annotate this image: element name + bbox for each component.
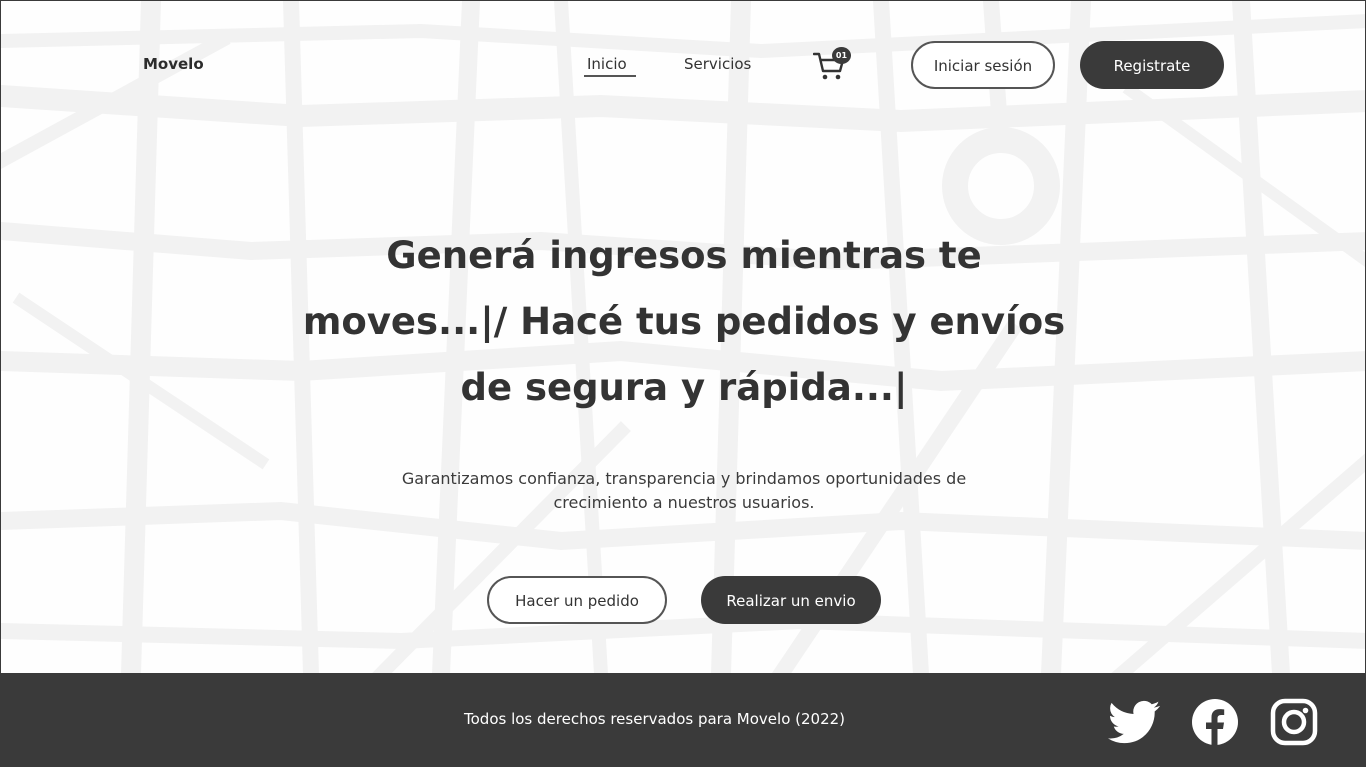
twitter-icon[interactable]: [1108, 696, 1160, 748]
register-button[interactable]: Registrate: [1080, 41, 1224, 89]
brand-logo[interactable]: Movelo: [143, 55, 204, 73]
hero-subtitle: Garantizamos confianza, transparencia y …: [401, 469, 967, 512]
nav-link-inicio[interactable]: Inicio: [584, 55, 636, 77]
instagram-icon[interactable]: [1268, 696, 1320, 748]
nav-inicio-label: Inicio: [587, 55, 627, 73]
login-button[interactable]: Iniciar sesión: [911, 41, 1055, 89]
copyright-text: Todos los derechos reservados para Movel…: [464, 710, 846, 728]
facebook-icon[interactable]: [1189, 696, 1241, 748]
make-order-button[interactable]: Hacer un pedido: [487, 576, 667, 624]
hero-title: Generá ingresos mientras te moves...|/ H…: [302, 234, 1066, 409]
nav-servicios-label: Servicios: [684, 55, 752, 73]
cart-count-badge: 01: [832, 47, 851, 64]
footer: Todos los derechos reservados para Movel…: [0, 673, 1366, 767]
hero-section: Movelo Inicio Servicios 01 Iniciar sesió…: [0, 0, 1366, 674]
active-nav-underline: [584, 75, 636, 77]
make-shipment-button[interactable]: Realizar un envio: [701, 576, 881, 624]
nav-link-servicios[interactable]: Servicios: [684, 55, 751, 73]
